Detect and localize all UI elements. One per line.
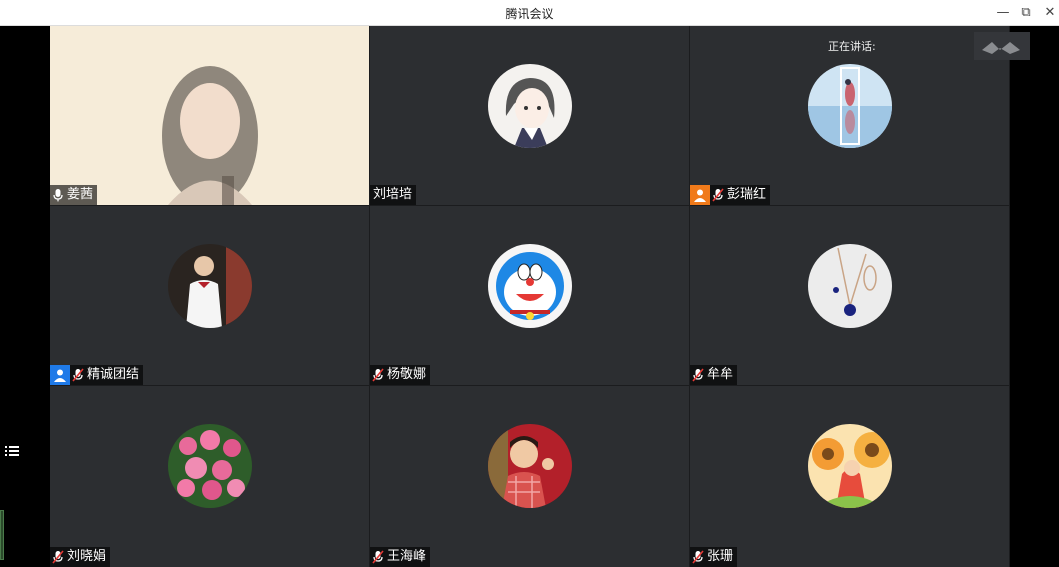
participant-name-tag: 牟牟 [690,365,738,385]
participant-avatar [168,424,252,508]
participant-name-tag: 精诚团结 [50,365,144,385]
window-title: 腾讯会议 [505,7,554,21]
participant-tile[interactable]: 刘晓娟 [50,386,369,567]
mic-muted-icon [692,550,704,564]
right-panel [1010,26,1059,567]
participant-name: 张珊 [707,549,734,564]
participant-name-tag: 杨敬娜 [370,365,431,385]
participant-name-tag: 刘培培 [370,185,417,205]
participant-avatar [488,424,572,508]
participant-tile[interactable]: 王海峰 [370,386,689,567]
participant-name: 彭瑞红 [727,187,767,202]
participant-avatar [808,424,892,508]
mic-muted-icon [692,368,704,382]
camera-video-feed [50,26,369,205]
left-panel [0,26,50,567]
participant-tile[interactable]: 杨敬娜 [370,206,689,385]
participant-name-tag: 彭瑞红 [690,185,771,205]
minimize-button[interactable]: — [993,3,1013,23]
participant-avatar [488,244,572,328]
participant-avatar [808,64,892,148]
speaking-indicator: 正在讲话: [828,40,876,53]
video-grid: 姜茜 刘培培 彭瑞红 精诚团结 杨敬娜 牟牟 刘晓娟 王海峰 张珊 [50,26,1010,567]
participant-tile[interactable]: 刘培培 [370,26,689,205]
mic-on-icon [53,189,63,202]
participant-name-tag: 刘晓娟 [50,547,111,567]
participant-name: 姜茜 [67,187,94,202]
participant-tile[interactable]: 张珊 [690,386,1009,567]
participant-tile[interactable]: 牟牟 [690,206,1009,385]
cohost-badge-icon [50,365,70,385]
mic-muted-icon [372,368,384,382]
mic-muted-icon [72,368,84,382]
close-button[interactable]: ✕ [1040,3,1059,23]
participant-name: 王海峰 [387,549,427,564]
mic-muted-icon [712,188,724,202]
participant-avatar [488,64,572,148]
audio-level-indicator [0,510,4,560]
meeting-window: 腾讯会议 — ⧉ ✕ 姜茜 刘培培 彭瑞红 精诚团结 杨敬娜 牟牟 刘晓娟 王海… [0,0,1059,567]
participant-name-tag: 张珊 [690,547,738,567]
participant-name: 杨敬娜 [387,367,427,382]
participant-name-tag: 姜茜 [50,185,98,205]
participant-tile[interactable]: 姜茜 [50,26,369,205]
participant-avatar [168,244,252,328]
member-list-icon[interactable] [5,444,19,458]
restore-button[interactable]: ⧉ [1016,3,1036,23]
host-badge-icon [690,185,710,205]
mic-muted-icon [372,550,384,564]
participant-name: 牟牟 [707,367,734,382]
participant-name: 刘培培 [373,187,413,202]
app-watermark-icon [974,32,1030,60]
participant-name: 精诚团结 [87,367,140,382]
title-bar: 腾讯会议 — ⧉ ✕ [0,0,1059,26]
participant-tile[interactable]: 精诚团结 [50,206,369,385]
participant-avatar [808,244,892,328]
participant-name-tag: 王海峰 [370,547,431,567]
mic-muted-icon [52,550,64,564]
participant-name: 刘晓娟 [67,549,107,564]
